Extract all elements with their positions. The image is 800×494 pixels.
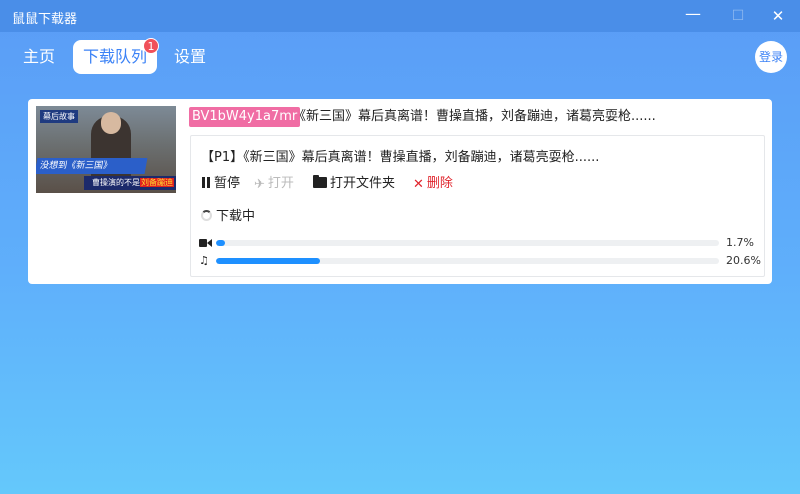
thumbnail-banner-bottom: 曹操演的不是刘备蹦迪 — [84, 176, 176, 190]
pause-label: 暂停 — [214, 176, 241, 191]
audio-progress-row: ♫ 20.6% — [199, 254, 761, 268]
delete-label: 删除 — [426, 176, 453, 191]
thumbnail-banner-text: 曹操演的不是 — [92, 178, 140, 187]
thumbnail-figure-head — [101, 112, 121, 134]
thumbnail-tag: 幕后故事 — [40, 110, 78, 123]
delete-button[interactable]: ✕ 删除 — [413, 175, 453, 194]
queue-count-badge: 1 — [143, 38, 159, 54]
airplane-icon: ✈ — [254, 177, 265, 192]
music-note-icon: ♫ — [199, 254, 209, 267]
video-progress-row: 1.7% — [199, 236, 759, 250]
download-part: 【P1】《新三国》幕后真离谱！曹操直播，刘备蹦迪，诸葛亮耍枪...... 暂停 … — [190, 135, 765, 277]
pause-icon — [201, 177, 211, 188]
video-progress-percent: 1.7% — [726, 236, 754, 249]
login-button[interactable]: 登录 — [755, 41, 787, 73]
open-folder-label: 打开文件夹 — [330, 176, 396, 191]
tab-settings[interactable]: 设置 — [164, 40, 216, 74]
loading-spinner-icon — [201, 210, 212, 221]
status-label: 下载中 — [216, 209, 256, 224]
audio-progress-percent: 20.6% — [726, 254, 761, 267]
thumbnail-banner-top: 没想到《新三国》 — [36, 158, 148, 174]
open-button[interactable]: ✈ 打开 — [254, 175, 294, 194]
maximize-button[interactable]: ☐ — [725, 4, 751, 28]
tab-home[interactable]: 主页 — [13, 40, 65, 74]
audio-progress-fill — [216, 258, 320, 264]
folder-icon — [313, 175, 327, 188]
video-progress-fill — [216, 240, 225, 246]
minimize-button[interactable]: — — [680, 4, 706, 28]
video-camera-icon — [199, 236, 213, 250]
video-progress-track — [216, 240, 719, 246]
audio-progress-track — [216, 258, 719, 264]
close-icon: ✕ — [413, 177, 424, 192]
app-title: 鼠鼠下载器 — [12, 12, 78, 27]
thumbnail-banner-highlight: 刘备蹦迪 — [140, 178, 174, 187]
open-label: 打开 — [267, 176, 294, 191]
video-title: 《新三国》幕后真离谱！曹操直播，刘备蹦迪，诸葛亮耍枪...... — [293, 109, 656, 124]
bvid-tag[interactable]: BV1bW4y1a7mr — [189, 107, 301, 127]
title-bar: 鼠鼠下载器 — ☐ ✕ — [0, 0, 800, 32]
pause-button[interactable]: 暂停 — [201, 175, 240, 193]
video-thumbnail[interactable]: 幕后故事 没想到《新三国》 曹操演的不是刘备蹦迪 — [36, 106, 176, 193]
open-folder-button[interactable]: 打开文件夹 — [313, 175, 395, 193]
close-button[interactable]: ✕ — [765, 4, 791, 28]
download-item-card: 幕后故事 没想到《新三国》 曹操演的不是刘备蹦迪 BV1bW4y1a7mr 《新… — [28, 99, 772, 284]
part-title: 【P1】《新三国》幕后真离谱！曹操直播，刘备蹦迪，诸葛亮耍枪...... — [201, 150, 600, 165]
download-status: 下载中 — [201, 205, 255, 224]
